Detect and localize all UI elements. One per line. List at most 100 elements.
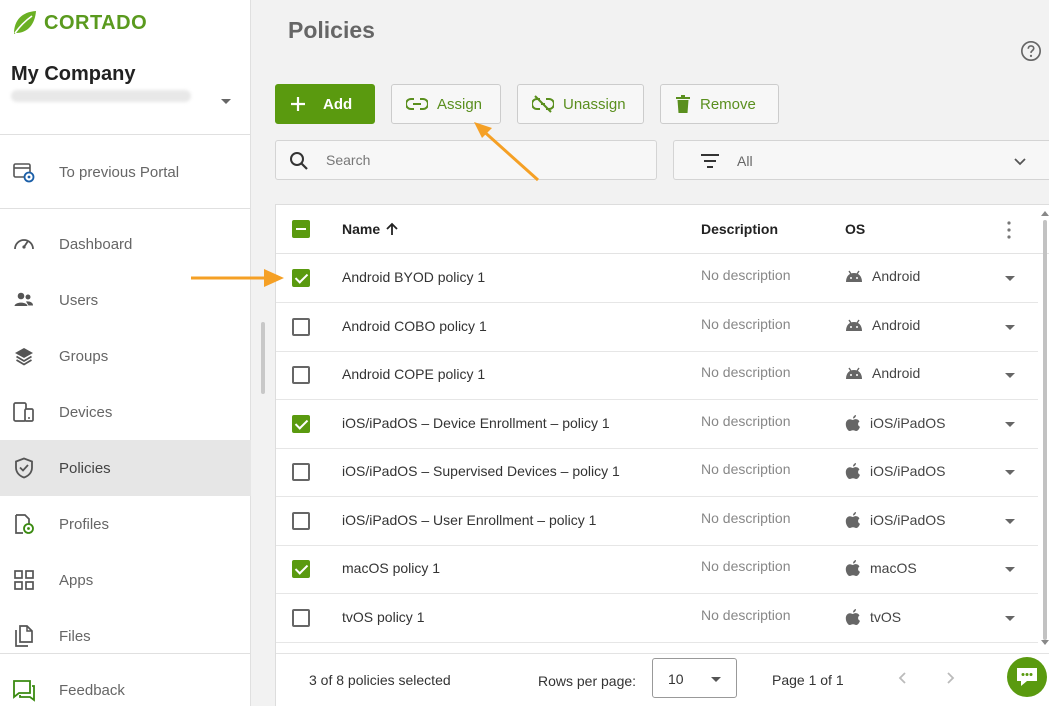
policy-name[interactable]: iOS/iPadOS – Supervised Devices – policy… (342, 463, 620, 479)
sidebar-item-label: To previous Portal (59, 163, 180, 181)
policies-table: Name Description OS Android BYOD policy … (275, 204, 1049, 706)
sidebar-item-groups[interactable]: Groups (0, 328, 251, 384)
os-label: iOS/iPadOS (870, 415, 946, 431)
sidebar-item-devices[interactable]: Devices (0, 384, 251, 440)
policy-name[interactable]: macOS policy 1 (342, 560, 440, 576)
table-row[interactable]: iOS/iPadOS – User Enrollment – policy 1 N… (276, 497, 1038, 546)
os-label: tvOS (870, 609, 902, 625)
row-expand-caret-icon[interactable] (1005, 373, 1015, 378)
rows-per-page-select[interactable]: 10 (652, 658, 737, 698)
add-button[interactable]: Add (275, 84, 375, 124)
assign-button[interactable]: Assign (391, 84, 501, 124)
feedback-chat-icon (12, 678, 36, 702)
table-scrollbar[interactable] (1041, 210, 1049, 650)
row-expand-caret-icon[interactable] (1005, 567, 1015, 572)
devices-icon (12, 400, 36, 424)
chevron-right-icon[interactable] (942, 670, 958, 686)
account-email-redacted (11, 90, 191, 102)
android-icon (845, 366, 863, 380)
os-label: Android (872, 268, 921, 284)
os-label: macOS (870, 560, 917, 576)
link-off-icon (532, 95, 554, 113)
table-row[interactable]: macOS policy 1 No description macOS (276, 545, 1038, 594)
os-label: Android (872, 365, 921, 381)
row-checkbox[interactable] (292, 560, 310, 578)
sidebar-item-users[interactable]: Users (0, 272, 251, 328)
layers-icon (12, 344, 36, 368)
policy-os: Android (845, 365, 920, 381)
caret-down-icon (711, 677, 721, 682)
company-dropdown-caret-icon[interactable] (221, 99, 231, 104)
sidebar-item-label: Devices (59, 403, 113, 421)
policy-name[interactable]: iOS/iPadOS – Device Enrollment – policy … (342, 415, 610, 431)
policy-os: Android (845, 317, 920, 333)
row-expand-caret-icon[interactable] (1005, 616, 1015, 621)
table-row[interactable]: tvOS policy 1 No description tvOS (276, 594, 1038, 643)
scroll-down-icon (1041, 640, 1049, 645)
sidebar-item-previous-portal[interactable]: To previous Portal (0, 144, 251, 200)
sidebar-divider (0, 134, 251, 135)
page-info: Page 1 of 1 (772, 672, 844, 688)
column-header-description: Description (701, 221, 779, 237)
row-expand-caret-icon[interactable] (1005, 422, 1015, 427)
row-expand-caret-icon[interactable] (1005, 519, 1015, 524)
policy-name[interactable]: Android COBO policy 1 (342, 318, 487, 334)
sidebar-item-files[interactable]: Files (0, 608, 251, 664)
unassign-button[interactable]: Unassign (517, 84, 644, 124)
android-icon (845, 318, 863, 332)
filter-value: All (737, 153, 753, 169)
row-checkbox[interactable] (292, 318, 310, 336)
table-row[interactable]: iOS/iPadOS – Device Enrollment – policy … (276, 400, 1038, 449)
sidebar-item-policies[interactable]: Policies (0, 440, 251, 496)
apps-grid-icon (12, 568, 36, 592)
table-row[interactable]: Android COBO policy 1 No description Andro… (276, 303, 1038, 352)
brand-logo[interactable]: CORTADO (10, 8, 147, 38)
search-input[interactable] (326, 150, 626, 170)
sidebar-item-feedback[interactable]: Feedback (0, 662, 251, 706)
policy-name[interactable]: Android BYOD policy 1 (342, 269, 485, 285)
policy-os: iOS/iPadOS (845, 462, 945, 480)
sort-arrow-up-icon (386, 222, 398, 235)
column-header-name[interactable]: Name (342, 221, 399, 237)
support-chat-button[interactable] (1007, 657, 1047, 697)
row-expand-caret-icon[interactable] (1005, 470, 1015, 475)
more-vertical-icon[interactable] (1004, 220, 1014, 240)
table-header: Name Description OS (276, 205, 1049, 254)
policy-description: No description (701, 558, 791, 574)
sidebar-item-label: Feedback (59, 681, 125, 699)
table-scrollbar-thumb[interactable] (1043, 220, 1047, 640)
row-checkbox[interactable] (292, 269, 310, 287)
files-icon (12, 624, 36, 648)
sidebar-item-label: Profiles (59, 515, 110, 533)
table-row[interactable]: Android BYOD policy 1 No description Andro… (276, 254, 1038, 303)
table-row[interactable]: iOS/iPadOS – Supervised Devices – policy… (276, 448, 1038, 497)
select-all-checkbox[interactable] (292, 220, 310, 238)
chevron-left-icon[interactable] (895, 670, 911, 686)
sidebar-item-dashboard[interactable]: Dashboard (0, 216, 251, 272)
row-checkbox[interactable] (292, 366, 310, 384)
shield-check-icon (12, 456, 36, 480)
row-checkbox[interactable] (292, 512, 310, 530)
policy-name[interactable]: Android COPE policy 1 (342, 366, 485, 382)
rows-per-page-value: 10 (668, 671, 684, 687)
policy-name[interactable]: tvOS policy 1 (342, 609, 424, 625)
assign-button-label: Assign (437, 95, 483, 113)
portal-settings-icon (12, 160, 36, 184)
policy-name[interactable]: iOS/iPadOS – User Enrollment – policy 1 (342, 512, 596, 528)
sidebar-item-profiles[interactable]: Profiles (0, 496, 251, 552)
row-expand-caret-icon[interactable] (1005, 325, 1015, 330)
sidebar-scrollbar[interactable] (261, 322, 265, 394)
policy-description: No description (701, 267, 791, 283)
row-checkbox[interactable] (292, 609, 310, 627)
row-checkbox[interactable] (292, 463, 310, 481)
row-expand-caret-icon[interactable] (1005, 276, 1015, 281)
sidebar-item-apps[interactable]: Apps (0, 552, 251, 608)
policy-os: tvOS (845, 608, 901, 626)
os-filter-select[interactable]: All (673, 140, 1049, 180)
apple-icon (845, 462, 861, 480)
row-checkbox[interactable] (292, 415, 310, 433)
table-row[interactable]: Android COPE policy 1 No description Andro… (276, 351, 1038, 400)
link-icon (406, 97, 428, 111)
remove-button[interactable]: Remove (660, 84, 779, 124)
help-icon[interactable] (1020, 40, 1042, 62)
